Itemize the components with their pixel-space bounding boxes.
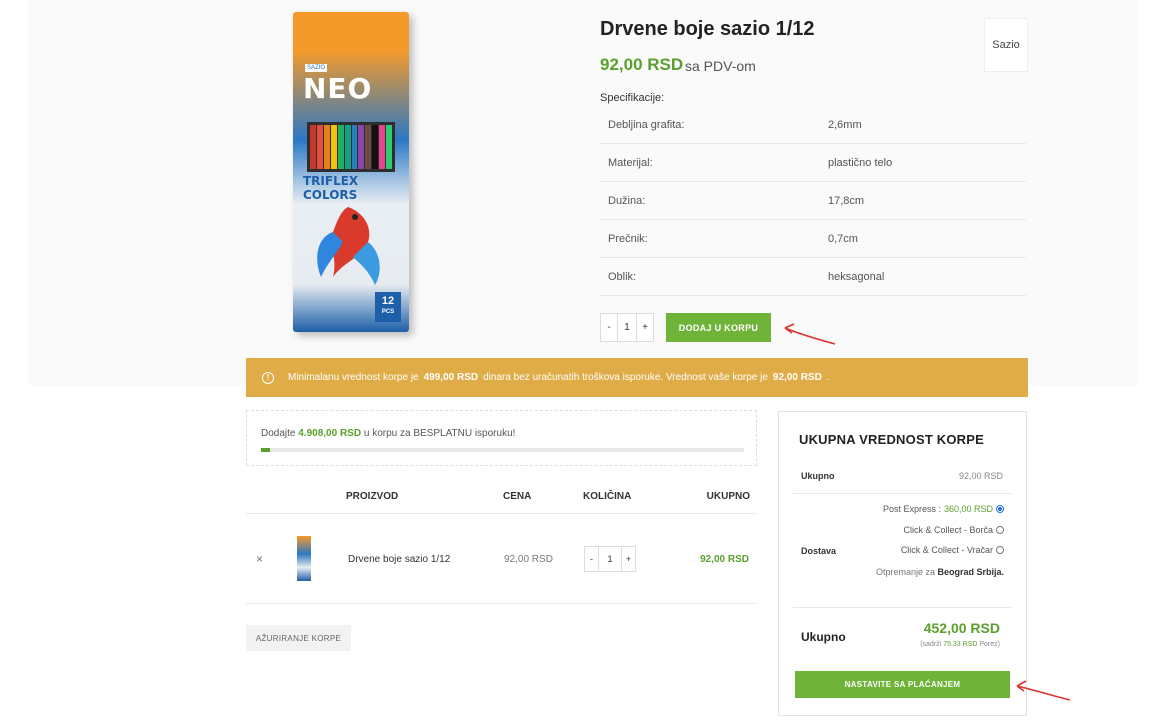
spec-key: Dužina: <box>608 194 646 207</box>
spec-row: Materijal: plastično telo <box>600 144 1026 182</box>
tax-note: (sadrži 75,33 RSD Porez) <box>920 641 1000 648</box>
cart-row: × Drvene boje sazio 1/12 92,00 RSD - 1 +… <box>246 514 757 604</box>
info-icon: ! <box>262 371 274 384</box>
cart-quantity-stepper: - 1 + <box>584 546 636 572</box>
cart-totals-title: UKUPNA VREDNOST KORPE <box>799 432 985 447</box>
subtotal-value: 92,00 RSD <box>958 471 1003 481</box>
quantity-increase-button[interactable]: + <box>637 314 653 341</box>
spec-row: Prečnik: 0,7cm <box>600 220 1026 258</box>
shipping-option-click-collect-borca[interactable]: Click & Collect - Borča <box>903 525 1004 535</box>
package-pencils <box>307 122 395 172</box>
notice-text: . <box>826 372 830 383</box>
spec-value: 17,8cm <box>828 194 865 207</box>
product-title: Drvene boje sazio 1/12 <box>600 18 815 40</box>
package-brand-tag: SAZIO <box>305 64 328 72</box>
brand-name: Sazio <box>992 39 1020 51</box>
cart-table-header: PROIZVOD CENA KOLIČINA UKUPNO <box>246 477 757 514</box>
cart-item-name[interactable]: Drvene boje sazio 1/12 <box>348 554 450 565</box>
spec-key: Prečnik: <box>608 232 648 245</box>
cart-quantity-increase-button[interactable]: + <box>622 547 635 571</box>
annotation-arrow-icon <box>784 323 836 345</box>
notice-text: Minimalanu vrednost korpe je <box>288 372 419 383</box>
cart-item-thumbnail[interactable] <box>297 536 311 581</box>
shipping-option-click-collect-vracar[interactable]: Click & Collect - Vračar <box>901 545 1004 555</box>
product-quantity-stepper: - 1 + <box>600 313 654 342</box>
spec-row: Oblik: heksagonal <box>600 258 1026 296</box>
annotation-arrow-icon <box>1016 680 1071 701</box>
column-header-total: UKUPNO <box>706 491 750 502</box>
specifications-table: Debljina grafita: 2,6mm Materijal: plastič… <box>600 106 1026 296</box>
shipping-row: Dostava Post Express :360,00 RSD Click &… <box>793 496 1012 608</box>
spec-value: 2,6mm <box>828 118 862 131</box>
spec-key: Materijal: <box>608 156 653 169</box>
spec-value: 0,7cm <box>828 232 858 245</box>
spec-row: Debljina grafita: 2,6mm <box>600 106 1026 144</box>
spec-row: Dužina: 17,8cm <box>600 182 1026 220</box>
minimum-order-notice: ! Minimalanu vrednost korpe je 499,00 RS… <box>246 358 1028 397</box>
quantity-decrease-button[interactable]: - <box>601 314 617 341</box>
proceed-to-checkout-button[interactable]: NASTAVITE SA PLAĆANJEM <box>795 671 1010 698</box>
radio-icon[interactable] <box>996 546 1004 554</box>
package-logo: NEO <box>303 72 373 105</box>
shipping-destination-note: Otpremanje za Beograd Srbija. <box>875 567 1004 577</box>
subtotal-row: Ukupno 92,00 RSD <box>793 464 1012 494</box>
product-vat-note: sa PDV-om <box>685 58 756 74</box>
free-shipping-text: Dodajte 4.908,00 RSD u korpu za BESPLATN… <box>261 428 516 439</box>
cart-quantity-decrease-button[interactable]: - <box>585 547 598 571</box>
grand-total-value: 452,00 RSD <box>923 620 1000 636</box>
notice-text: dinara bez uračunatih troškova isporuke.… <box>483 372 768 383</box>
add-to-cart-button[interactable]: DODAJ U KORPU <box>666 313 771 342</box>
spec-key: Debljina grafita: <box>608 118 685 131</box>
notice-cart-value: 92,00 RSD <box>772 372 822 383</box>
spec-value: plastično telo <box>828 156 893 169</box>
grand-total-label: Ukupno <box>801 630 846 644</box>
package-count-badge: 12 PCS <box>375 292 401 322</box>
parrot-illustration <box>317 207 380 285</box>
cart-item-price: 92,00 RSD <box>504 554 553 565</box>
radio-selected-icon[interactable] <box>996 505 1004 513</box>
subtotal-label: Ukupno <box>801 471 835 481</box>
cart-totals-box: UKUPNA VREDNOST KORPE Ukupno 92,00 RSD D… <box>778 411 1027 716</box>
quantity-input[interactable]: 1 <box>617 314 637 341</box>
shipping-label: Dostava <box>801 546 837 556</box>
radio-icon[interactable] <box>996 526 1004 534</box>
spec-key: Oblik: <box>608 270 637 283</box>
column-header-price: CENA <box>503 491 532 502</box>
free-shipping-progress-bar <box>261 448 744 452</box>
product-image: SAZIO NEO TRIFLEX COLORS 12 PCS <box>293 12 409 332</box>
shipping-option-post-express[interactable]: Post Express :360,00 RSD <box>883 504 1004 514</box>
column-header-product: PROIZVOD <box>346 491 399 502</box>
cart-quantity-input[interactable]: 1 <box>598 547 622 571</box>
brand-logo[interactable]: Sazio <box>984 18 1028 72</box>
column-header-quantity: KOLIČINA <box>583 491 632 502</box>
product-price: 92,00 RSD <box>600 55 684 74</box>
free-shipping-box: Dodajte 4.908,00 RSD u korpu za BESPLATN… <box>246 410 757 466</box>
remove-item-icon[interactable]: × <box>256 552 263 566</box>
free-shipping-progress-fill <box>261 448 270 452</box>
cart-item-total: 92,00 RSD <box>700 554 749 565</box>
notice-min-value: 499,00 RSD <box>423 372 479 383</box>
specifications-label: Specifikacije: <box>600 92 665 104</box>
update-cart-button[interactable]: AŽURIRANJE KORPE <box>246 625 351 651</box>
spec-value: heksagonal <box>828 270 885 283</box>
